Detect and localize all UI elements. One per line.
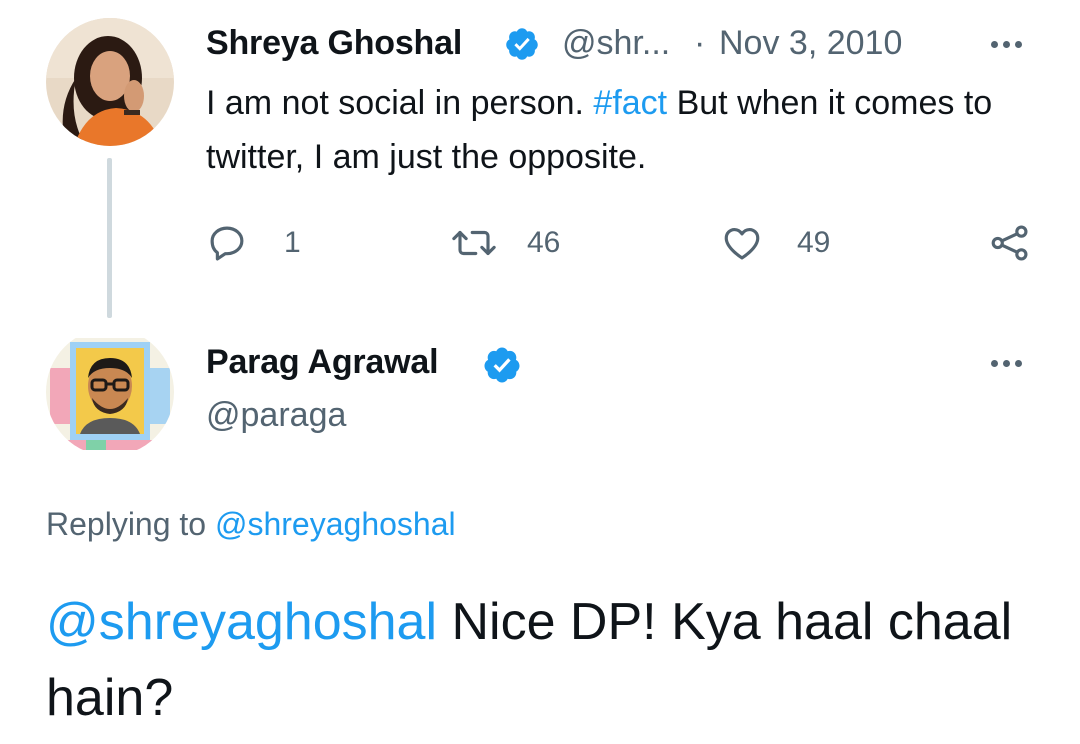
reply-count: 1 <box>284 226 301 259</box>
retweet-count: 46 <box>527 226 561 259</box>
tweet-text-part1: I am not social in person. <box>206 84 594 122</box>
date-separator: · <box>694 24 706 62</box>
hashtag-link[interactable]: #fact <box>593 84 667 122</box>
replying-to: Replying to @shreyaghoshal <box>46 506 456 543</box>
replying-to-label: Replying to <box>46 506 215 542</box>
tweet-date[interactable]: Nov 3, 2010 <box>719 24 902 63</box>
reply-author-name[interactable]: Parag Agrawal <box>206 343 439 382</box>
avatar-shreya-ghoshal[interactable] <box>46 18 174 146</box>
replying-to-handle-link[interactable]: @shreyaghoshal <box>215 506 456 542</box>
retweet-icon[interactable] <box>450 222 498 269</box>
reply-text: @shreyaghoshal Nice DP! Kya haal chaal h… <box>46 584 1046 736</box>
tweet-text: I am not social in person. #fact But whe… <box>206 76 1006 184</box>
avatar-image <box>46 328 174 456</box>
verified-badge-icon <box>482 345 522 390</box>
avatar-image <box>46 18 174 146</box>
thread-line <box>107 158 112 318</box>
reply-author-handle[interactable]: @paraga <box>206 396 346 435</box>
avatar-parag-agrawal[interactable] <box>46 328 174 456</box>
verified-badge-icon <box>504 26 540 67</box>
reply-icon[interactable] <box>206 222 248 269</box>
like-count: 49 <box>797 226 831 259</box>
tweet-author-handle[interactable]: @shr... <box>562 24 670 63</box>
share-icon[interactable] <box>988 222 1032 269</box>
tweet-author-name[interactable]: Shreya Ghoshal <box>206 24 462 63</box>
more-horizontal-icon[interactable] <box>991 360 1022 367</box>
mention-link[interactable]: @shreyaghoshal <box>46 593 437 651</box>
heart-icon[interactable] <box>720 222 764 269</box>
more-horizontal-icon[interactable] <box>991 41 1022 48</box>
